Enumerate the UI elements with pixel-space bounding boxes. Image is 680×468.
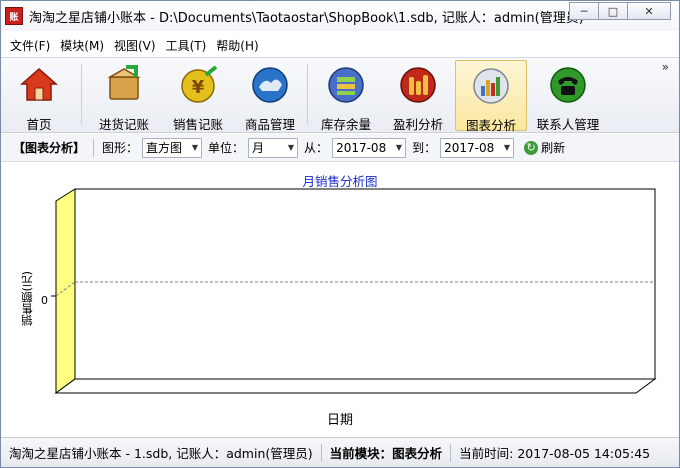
toolbar-separator bbox=[81, 64, 82, 124]
to-date-picker[interactable]: 2017-08 ▼ bbox=[440, 137, 515, 158]
unit-select[interactable]: 月 ▼ bbox=[248, 137, 299, 158]
menu-view[interactable]: 视图(V) bbox=[109, 37, 161, 54]
unit-select-value: 月 bbox=[252, 141, 265, 155]
y-axis-label: 销售额(元) bbox=[20, 271, 34, 327]
shape-label: 图形： bbox=[102, 141, 139, 155]
toolbar-home-button[interactable]: 首页 bbox=[9, 60, 69, 132]
refresh-button[interactable]: ↻ 刷新 bbox=[524, 139, 565, 156]
from-date-picker[interactable]: 2017-08 ▼ bbox=[332, 137, 407, 158]
menu-module[interactable]: 模块(M) bbox=[55, 37, 109, 54]
maximize-button[interactable]: □ bbox=[598, 2, 628, 20]
toolbar-label: 商品管理 bbox=[244, 117, 295, 132]
main-toolbar: 首页 进货记账 ¥ 销售记账 商品管理 库存余量 盈利分析 图表分析 联系人管理… bbox=[1, 57, 679, 133]
dropdown-arrow-icon: ▼ bbox=[395, 143, 403, 152]
dropdown-arrow-icon: ▼ bbox=[503, 143, 511, 152]
status-time-value: 2017-08-05 14:05:45 bbox=[517, 446, 651, 461]
toolbar-contact-button[interactable]: 联系人管理 bbox=[533, 60, 603, 132]
app-window: 账 淘淘之星店铺小账本 - D:\Documents\Taotaostar\Sh… bbox=[0, 0, 680, 468]
purchase-icon bbox=[104, 65, 144, 105]
app-logo-icon: 账 bbox=[5, 7, 23, 25]
toolbar-purchase-button[interactable]: 进货记账 bbox=[91, 60, 157, 132]
toolbar-overflow-icon[interactable]: » bbox=[662, 60, 669, 74]
title-bar: 账 淘淘之星店铺小账本 - D:\Documents\Taotaostar\Sh… bbox=[1, 1, 679, 31]
chart-icon bbox=[471, 66, 511, 106]
window-title: 淘淘之星店铺小账本 - D:\Documents\Taotaostar\Shop… bbox=[29, 10, 584, 26]
refresh-label: 刷新 bbox=[541, 141, 566, 155]
shape-select[interactable]: 直方图 ▼ bbox=[142, 137, 203, 158]
window-controls: ─ □ ✕ bbox=[569, 2, 671, 20]
toolbar-label: 联系人管理 bbox=[536, 117, 600, 132]
sales-icon: ¥ bbox=[178, 65, 218, 105]
toolbar-separator bbox=[307, 64, 308, 124]
to-date-value: 2017-08 bbox=[444, 140, 495, 155]
toolbar-label: 销售记账 bbox=[172, 117, 223, 132]
profit-icon bbox=[398, 65, 438, 105]
unit-label: 单位： bbox=[208, 141, 245, 155]
shape-select-value: 直方图 bbox=[146, 141, 183, 155]
contact-icon bbox=[548, 65, 588, 105]
toolbar-product-button[interactable]: 商品管理 bbox=[239, 60, 301, 132]
inventory-icon bbox=[326, 65, 366, 105]
x-axis-label: 日期 bbox=[326, 413, 353, 428]
menu-file[interactable]: 文件(F) bbox=[5, 37, 55, 54]
status-module-label: 当前模块： bbox=[329, 446, 393, 461]
toolbar-label: 库存余量 bbox=[320, 117, 371, 132]
from-label: 从： bbox=[304, 141, 329, 155]
toolbar-profit-button[interactable]: 盈利分析 bbox=[387, 60, 449, 132]
chart-options-bar: 【图表分析】 图形： 直方图 ▼ 单位： 月 ▼ 从： 2017-08 ▼ 到：… bbox=[1, 134, 679, 162]
separator bbox=[93, 138, 95, 157]
dropdown-arrow-icon: ▼ bbox=[287, 143, 295, 152]
refresh-icon: ↻ bbox=[524, 140, 539, 155]
chart-plot-wall bbox=[74, 188, 656, 380]
dropdown-arrow-icon: ▼ bbox=[191, 143, 199, 152]
section-title: 【图表分析】 bbox=[13, 141, 86, 155]
product-icon bbox=[250, 65, 290, 105]
toolbar-chart-button[interactable]: 图表分析 bbox=[455, 60, 527, 133]
to-label: 到： bbox=[412, 141, 437, 155]
chart-back-wall-side bbox=[55, 188, 76, 394]
toolbar-label: 盈利分析 bbox=[392, 117, 443, 132]
close-button[interactable]: ✕ bbox=[627, 2, 671, 20]
status-bar: 淘淘之星店铺小账本 - 1.sdb, 记账人：admin(管理员) 当前模块：图… bbox=[1, 437, 679, 467]
status-module: 当前模块：图表分析 bbox=[322, 443, 451, 462]
toolbar-label: 进货记账 bbox=[98, 117, 149, 132]
chart-floor bbox=[54, 378, 657, 394]
toolbar-sales-button[interactable]: ¥ 销售记账 bbox=[165, 60, 231, 132]
minimize-button[interactable]: ─ bbox=[569, 2, 599, 20]
chart-area: 月销售分析图 销售额(元) 0 日期 bbox=[1, 163, 679, 435]
from-date-value: 2017-08 bbox=[336, 140, 387, 155]
y-axis-tick-label: 0 bbox=[41, 294, 48, 307]
menu-tools[interactable]: 工具(T) bbox=[161, 37, 212, 54]
menu-help[interactable]: 帮助(H) bbox=[211, 37, 263, 54]
status-time: 当前时间: 2017-08-05 14:05:45 bbox=[451, 443, 658, 462]
toolbar-label: 首页 bbox=[26, 117, 52, 132]
chart-canvas bbox=[51, 188, 657, 394]
home-icon bbox=[19, 65, 59, 105]
status-file-info: 淘淘之星店铺小账本 - 1.sdb, 记账人：admin(管理员) bbox=[9, 446, 313, 461]
toolbar-inventory-button[interactable]: 库存余量 bbox=[315, 60, 377, 132]
status-module-value: 图表分析 bbox=[392, 446, 443, 461]
status-time-label: 当前时间: bbox=[459, 446, 518, 461]
toolbar-label: 图表分析 bbox=[465, 118, 516, 133]
svg-text:¥: ¥ bbox=[192, 77, 205, 98]
menu-bar: 文件(F) 模块(M) 视图(V) 工具(T) 帮助(H) bbox=[1, 34, 679, 56]
